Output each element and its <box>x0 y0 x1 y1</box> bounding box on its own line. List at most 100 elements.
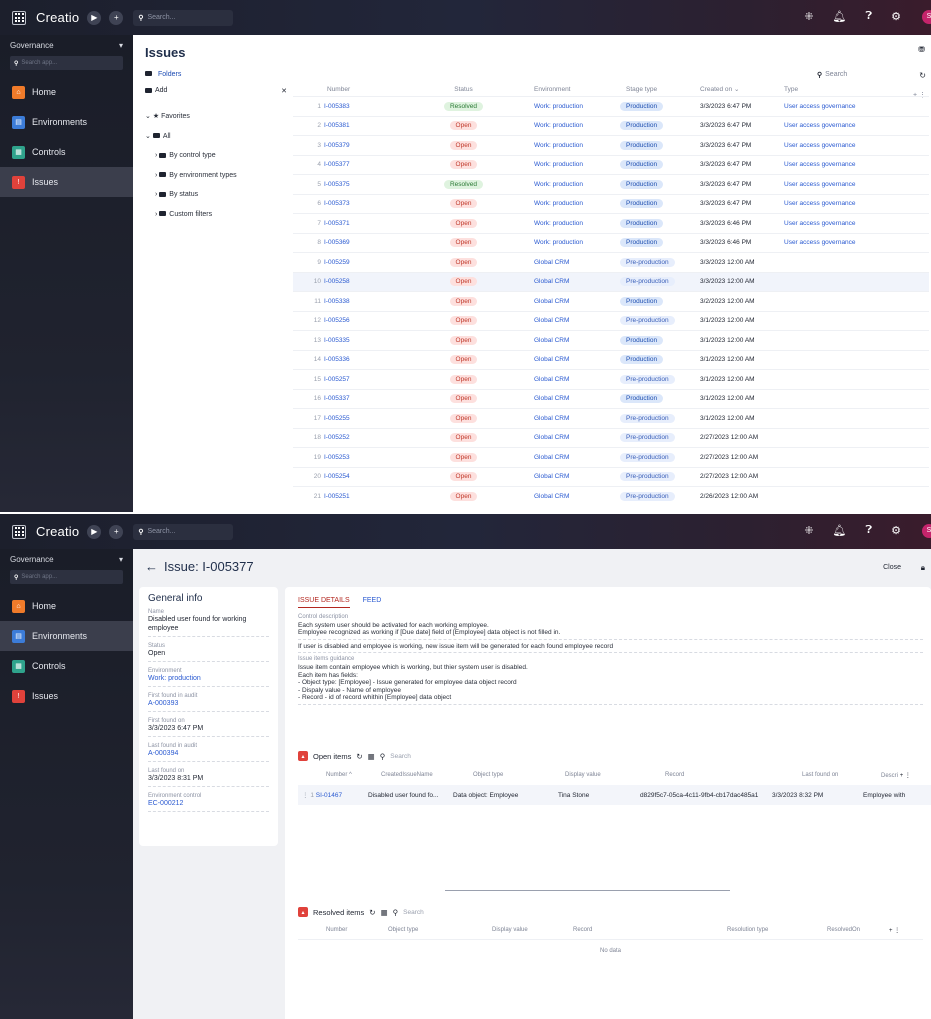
settings-gear-icon[interactable]: ⚙ <box>891 10 901 23</box>
table-row[interactable]: 13 I-005335 Open Global CRM Production 3/1/20… <box>293 330 929 350</box>
back-arrow-icon[interactable]: ← <box>145 559 158 574</box>
environment-link[interactable]: Work: production <box>534 239 583 246</box>
sidebar-item-environments[interactable]: ▤ Environments <box>0 621 133 651</box>
issue-number-link[interactable]: I-005371 <box>324 220 350 227</box>
environment-link[interactable]: Global CRM <box>534 298 569 305</box>
issue-number-link[interactable]: I-005375 <box>324 181 350 188</box>
tab-issue-details[interactable]: ISSUE DETAILS <box>298 597 350 608</box>
export-icon[interactable]: ▦ <box>381 908 388 917</box>
table-row[interactable]: ⋮ 1 SI-01467 Disabled user found fo... D… <box>298 785 931 805</box>
bell-icon[interactable]: 🔔︎ <box>833 10 847 23</box>
issue-number-link[interactable]: I-005338 <box>324 298 350 305</box>
help-icon[interactable]: ❓︎ <box>866 524 873 537</box>
list-search-input[interactable]: ⚲ Search <box>817 71 847 79</box>
collapse-icon[interactable]: ▴ <box>298 907 308 917</box>
environment-link[interactable]: Global CRM <box>534 317 569 324</box>
issue-number-link[interactable]: I-005373 <box>324 200 350 207</box>
global-search-input[interactable]: ⚲ Search... <box>133 523 234 540</box>
environment-link[interactable]: Global CRM <box>534 376 569 383</box>
table-row[interactable]: 3 I-005379 Open Work: production Production 3… <box>293 135 929 155</box>
column-header-number[interactable]: Number <box>298 927 385 934</box>
column-header-stage-type[interactable]: Stage type <box>620 86 690 93</box>
tree-item-favorites[interactable]: ⌄ ★ Favorites <box>145 107 237 127</box>
issue-number-link[interactable]: I-005337 <box>324 395 350 402</box>
tree-item-custom-filters[interactable]: › Custom filters <box>145 205 237 225</box>
help-icon[interactable]: ❓︎ <box>866 10 873 23</box>
table-row[interactable]: 17 I-005255 Open Global CRM Pre-production 3/… <box>293 408 929 428</box>
user-avatar[interactable]: S <box>922 524 931 538</box>
column-header-object-type[interactable]: Object type <box>385 927 490 934</box>
issue-number-link[interactable]: I-005336 <box>324 356 350 363</box>
issue-number-link[interactable]: I-005377 <box>324 161 350 168</box>
add-column-icon[interactable]: + ⋮ <box>877 927 917 934</box>
sidebar-search-input[interactable]: ⚲ Search app... <box>10 570 123 584</box>
issue-number-link[interactable]: I-005381 <box>324 122 350 129</box>
column-header-record[interactable]: Record <box>562 927 717 934</box>
sidebar-item-home[interactable]: ⌂ Home <box>0 591 133 621</box>
column-header-status[interactable]: Status <box>405 86 522 93</box>
grid-shortcut-icon[interactable]: ⁜ <box>804 524 813 537</box>
add-icon[interactable]: + <box>109 10 124 25</box>
column-header-display-value[interactable]: Display value <box>490 927 562 934</box>
table-row[interactable]: 12 I-005256 Open Global CRM Pre-production 3/… <box>293 310 929 331</box>
table-row[interactable]: 5 I-005375 Resolved Work: production Product… <box>293 174 929 194</box>
environment-link[interactable]: Global CRM <box>534 395 569 402</box>
chevron-down-icon[interactable]: ▾ <box>119 41 123 50</box>
column-header-type[interactable]: Type <box>776 86 929 93</box>
chevron-down-icon[interactable]: ▾ <box>119 555 123 564</box>
table-row[interactable]: 1 I-005383 Resolved Work: production Product… <box>293 96 929 116</box>
sidebar-item-environments[interactable]: ▤ Environments <box>0 107 133 137</box>
type-link[interactable]: User access governance <box>784 122 856 129</box>
environment-link[interactable]: Work: production <box>534 161 583 168</box>
environment-link[interactable]: Global CRM <box>534 493 569 500</box>
environment-link[interactable]: Work: production <box>534 200 583 207</box>
sidebar-item-home[interactable]: ⌂ Home <box>0 77 133 107</box>
column-header-last-found-on[interactable]: Last found on <box>762 772 847 779</box>
resolved-items-search-input[interactable]: Search <box>403 909 424 916</box>
environment-link[interactable]: Global CRM <box>534 415 569 422</box>
column-header-display-value[interactable]: Display value <box>530 772 620 779</box>
environment-link[interactable]: Global CRM <box>534 356 569 363</box>
tree-item-by-environment-types[interactable]: › By environment types <box>145 166 237 186</box>
column-header-description[interactable]: Descri + ⋮ <box>847 772 917 779</box>
sidebar-item-issues[interactable]: ! Issues <box>0 681 133 711</box>
type-link[interactable]: User access governance <box>784 161 856 168</box>
table-row[interactable]: 2 I-005381 Open Work: production Production 3… <box>293 115 929 136</box>
collapse-icon[interactable]: ▴ <box>298 751 308 761</box>
environment-link[interactable]: Work: production <box>534 181 583 188</box>
open-items-search-input[interactable]: Search <box>390 753 411 760</box>
environment-link[interactable]: Work: production <box>534 122 583 129</box>
issue-number-link[interactable]: I-005335 <box>324 337 350 344</box>
issue-number-link[interactable]: I-005383 <box>324 103 350 110</box>
folders-button[interactable]: Folders <box>145 71 181 78</box>
field-value[interactable]: A-000394 <box>148 749 269 758</box>
environment-link[interactable]: Global CRM <box>534 337 569 344</box>
refresh-icon[interactable]: ↻ <box>369 908 375 917</box>
environment-link[interactable]: Work: production <box>534 142 583 149</box>
play-icon[interactable]: ▶ <box>87 524 102 539</box>
search-icon[interactable]: ⚲ <box>393 908 399 917</box>
apps-grid-icon[interactable] <box>12 524 26 539</box>
tree-item-all[interactable]: ⌄ All <box>145 127 237 147</box>
issue-number-link[interactable]: I-005259 <box>324 259 350 266</box>
close-icon[interactable]: ✕ <box>281 87 287 95</box>
environment-link[interactable]: Work: production <box>534 103 583 110</box>
play-icon[interactable]: ▶ <box>87 10 102 25</box>
user-avatar[interactable]: S <box>922 10 931 24</box>
column-header-number[interactable]: Number ^ <box>298 772 353 779</box>
bell-icon[interactable]: 🔔︎ <box>833 524 847 537</box>
tree-item-by-control-type[interactable]: › By control type <box>145 146 237 166</box>
sidebar-search-input[interactable]: ⚲ Search app... <box>10 56 123 70</box>
column-header-created-on[interactable]: Created on ⌄ <box>690 85 776 93</box>
sidebar-item-controls[interactable]: ▦ Controls <box>0 651 133 681</box>
type-link[interactable]: User access governance <box>784 142 856 149</box>
table-row[interactable]: 10 I-005258 Open Global CRM Pre-production 3/… <box>293 271 929 291</box>
issue-number-link[interactable]: I-005252 <box>324 434 350 441</box>
issue-number-link[interactable]: I-005254 <box>324 473 350 480</box>
search-icon[interactable]: ⚲ <box>380 752 386 761</box>
table-row[interactable]: 20 I-005254 Open Global CRM Pre-production 2/… <box>293 466 929 487</box>
table-row[interactable]: 7 I-005371 Open Work: production Production 3… <box>293 213 929 233</box>
filter-icon[interactable]: ⛃ <box>918 45 925 54</box>
environment-link[interactable]: Global CRM <box>534 434 569 441</box>
column-header-resolved-on[interactable]: ResolvedOn <box>802 927 877 934</box>
